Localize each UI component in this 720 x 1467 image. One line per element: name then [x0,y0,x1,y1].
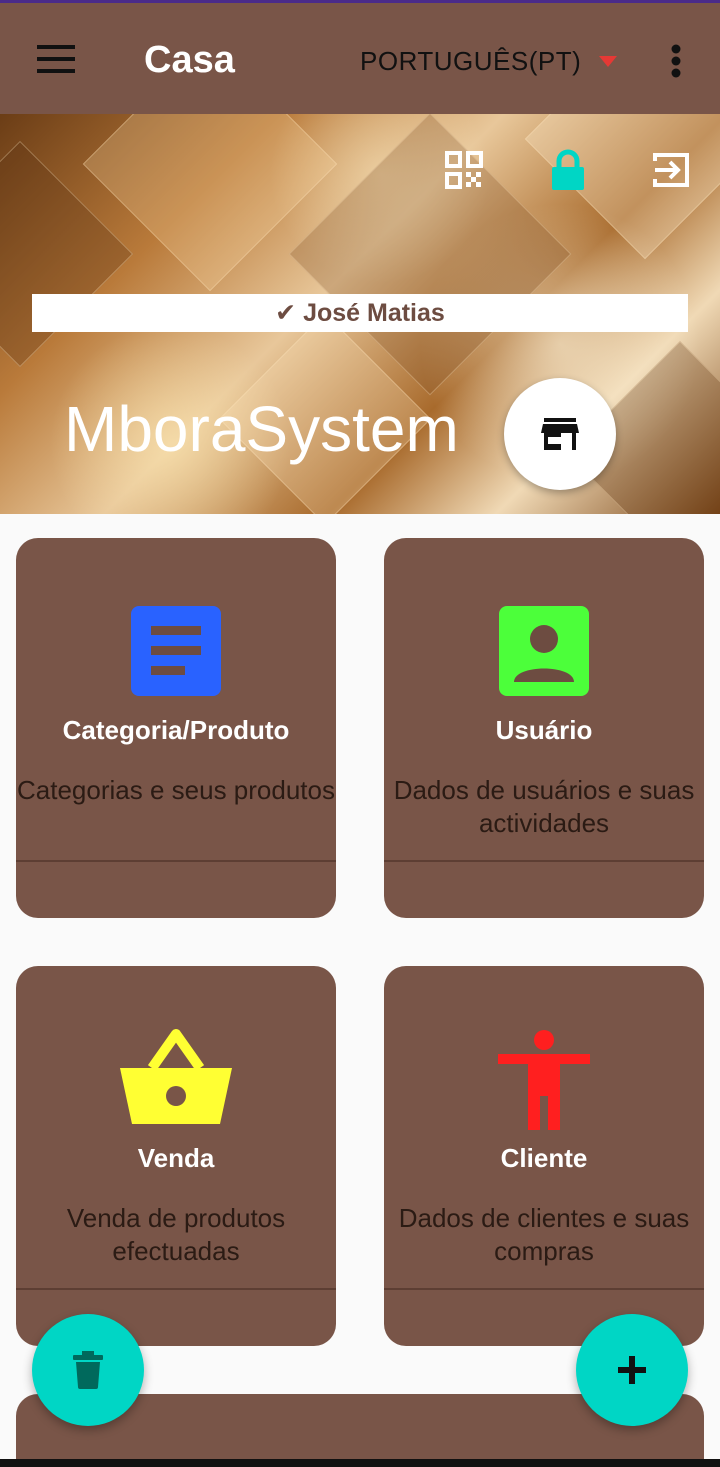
logout-button[interactable] [650,148,694,192]
user-icon-box [499,606,589,696]
qr-code-button[interactable] [442,148,486,192]
profile-header: ✔ José Matias MboraSystem [0,114,720,514]
store-button[interactable] [504,378,616,490]
client-icon-box [496,1028,592,1132]
category-icon-box [131,606,221,696]
sale-icon-box [116,1026,236,1126]
qr-code-icon [445,151,483,189]
card-category-product[interactable]: Categoria/Produto Categorias e seus prod… [16,538,336,918]
system-nav-bar [0,1459,720,1467]
add-icon [618,1356,646,1384]
more-options-button[interactable] [660,39,692,83]
page-title: Casa [144,39,235,81]
app-bar: Casa PORTUGUÊS(PT) [0,3,720,114]
card-sale[interactable]: Venda Venda de produtos efectuadas [16,966,336,1346]
person-icon [498,1030,590,1130]
language-selector[interactable]: PORTUGUÊS(PT) [360,41,618,81]
lock-icon [552,149,584,190]
language-label: PORTUGUÊS(PT) [360,45,582,76]
menu-button[interactable] [30,38,82,80]
card-description: Dados de clientes e suas compras [398,1203,690,1266]
card-description: Categorias e seus produtos [17,775,335,805]
logout-icon [653,153,689,187]
card-divider [384,860,704,862]
user-name-bar: ✔ José Matias [32,294,688,332]
card-description: Venda de produtos efectuadas [66,1203,286,1266]
delete-fab[interactable] [32,1314,144,1426]
brand-name: MboraSystem [64,393,459,465]
lock-button[interactable] [546,148,590,192]
card-divider [384,1288,704,1290]
card-title: Cliente [500,1143,588,1173]
user-account-icon [499,606,589,696]
store-icon [541,418,579,450]
card-user[interactable]: Usuário Dados de usuários e suas activid… [384,538,704,918]
card-title: Venda [137,1143,215,1173]
category-document-icon [131,606,221,696]
card-divider [16,860,336,862]
card-title: Usuário [495,715,593,745]
shopping-basket-icon [120,1029,232,1124]
user-name: ✔ José Matias [275,299,445,327]
card-client[interactable]: Cliente Dados de clientes e suas compras [384,966,704,1346]
card-description: Dados de usuários e suas actividades [393,775,695,838]
dropdown-arrow-icon [599,55,618,67]
more-vert-icon [671,44,681,78]
trash-icon [73,1351,103,1389]
card-divider [16,1288,336,1290]
add-fab[interactable] [576,1314,688,1426]
card-title: Categoria/Produto [62,715,290,745]
menu-icon [37,45,75,73]
